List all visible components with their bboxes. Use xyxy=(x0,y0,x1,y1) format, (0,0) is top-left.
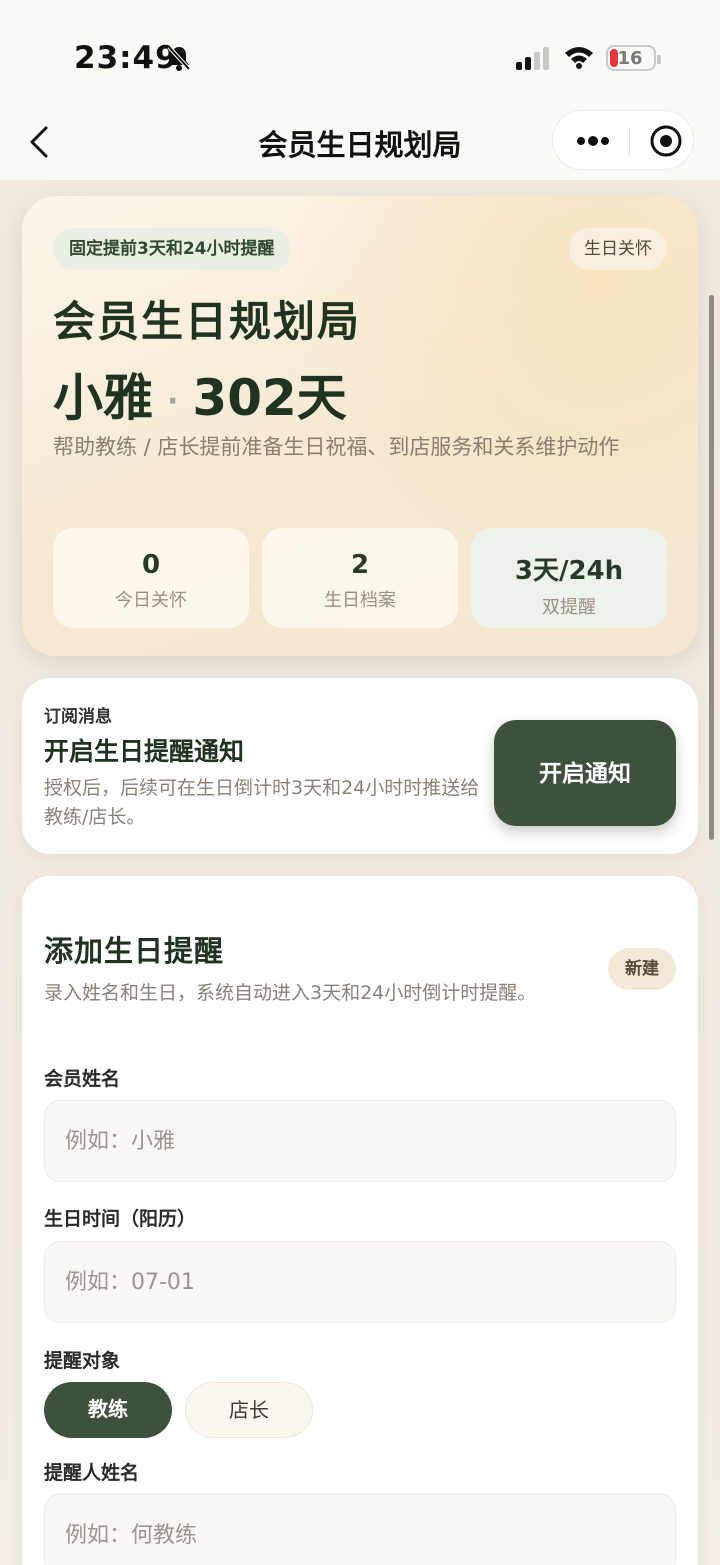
signal-icon xyxy=(516,47,549,70)
separator-dot: · xyxy=(167,384,179,419)
target-manager-toggle[interactable]: 店长 xyxy=(185,1382,313,1438)
subscribe-kicker: 订阅消息 xyxy=(44,707,112,727)
member-name: 小雅 xyxy=(53,369,153,427)
stat-value: 3天/24h xyxy=(514,556,624,586)
member-name-label: 会员姓名 xyxy=(44,1068,121,1090)
reminder-person-label: 提醒人姓名 xyxy=(44,1462,140,1484)
battery-indicator: 16 xyxy=(606,45,661,71)
stat-birthday-records: 2 生日档案 xyxy=(262,528,458,628)
birthday-input[interactable] xyxy=(44,1241,676,1323)
bell-muted-icon xyxy=(167,45,191,71)
member-name-input[interactable] xyxy=(44,1100,676,1182)
battery-cap xyxy=(657,55,661,64)
hero-description: 帮助教练 / 店长提前准备生日祝福、到店服务和关系维护动作 xyxy=(53,435,620,459)
hero-card: 固定提前3天和24小时提醒 生日关怀 会员生日规划局 小雅 · 302天 帮助教练 … xyxy=(22,196,698,656)
new-badge: 新建 xyxy=(608,948,676,990)
form-title: 添加生日提醒 xyxy=(44,934,225,968)
battery-percent: 16 xyxy=(617,48,643,69)
target-coach-toggle[interactable]: 教练 xyxy=(44,1382,172,1438)
stat-value: 0 xyxy=(141,550,161,580)
birthday-label: 生日时间（阳历） xyxy=(44,1208,197,1230)
enable-notification-button[interactable]: 开启通知 xyxy=(494,720,676,826)
scrollbar[interactable] xyxy=(709,295,714,840)
capsule-divider xyxy=(629,127,630,155)
stat-dual-reminder: 3天/24h 双提醒 xyxy=(471,528,667,628)
status-bar: 23:49 16 xyxy=(0,0,720,110)
subscribe-card: 订阅消息 开启生日提醒通知 授权后，后续可在生日倒计时3天和24小时时推送给教练… xyxy=(22,678,698,854)
stat-label: 生日档案 xyxy=(324,590,396,611)
reminder-target-label: 提醒对象 xyxy=(44,1350,121,1372)
more-dots-icon[interactable] xyxy=(575,129,611,153)
stat-value: 2 xyxy=(350,550,370,580)
hero-title: 会员生日规划局 xyxy=(53,297,362,346)
next-birthday-summary: 小雅 · 302天 xyxy=(53,358,347,430)
subscribe-description: 授权后，后续可在生日倒计时3天和24小时时推送给教练/店长。 xyxy=(44,777,480,828)
close-target-icon[interactable] xyxy=(649,124,683,158)
reminder-person-input[interactable] xyxy=(44,1494,676,1565)
status-time: 23:49 xyxy=(74,40,178,76)
nav-bar: 会员生日规划局 xyxy=(0,110,720,180)
birthday-care-tag: 生日关怀 xyxy=(569,228,667,270)
form-description: 录入姓名和生日，系统自动进入3天和24小时倒计时提醒。 xyxy=(44,982,537,1004)
days-countdown: 302天 xyxy=(192,369,347,427)
stat-label: 今日关怀 xyxy=(115,590,187,611)
reminder-rule-tag: 固定提前3天和24小时提醒 xyxy=(53,228,291,270)
add-reminder-form: 添加生日提醒 新建 录入姓名和生日，系统自动进入3天和24小时倒计时提醒。 会员… xyxy=(22,876,698,1565)
miniprogram-capsule xyxy=(552,110,694,170)
subscribe-title: 开启生日提醒通知 xyxy=(44,737,245,766)
stat-label: 双提醒 xyxy=(542,597,596,618)
wifi-icon xyxy=(565,47,593,69)
stat-today-care: 0 今日关怀 xyxy=(53,528,249,628)
